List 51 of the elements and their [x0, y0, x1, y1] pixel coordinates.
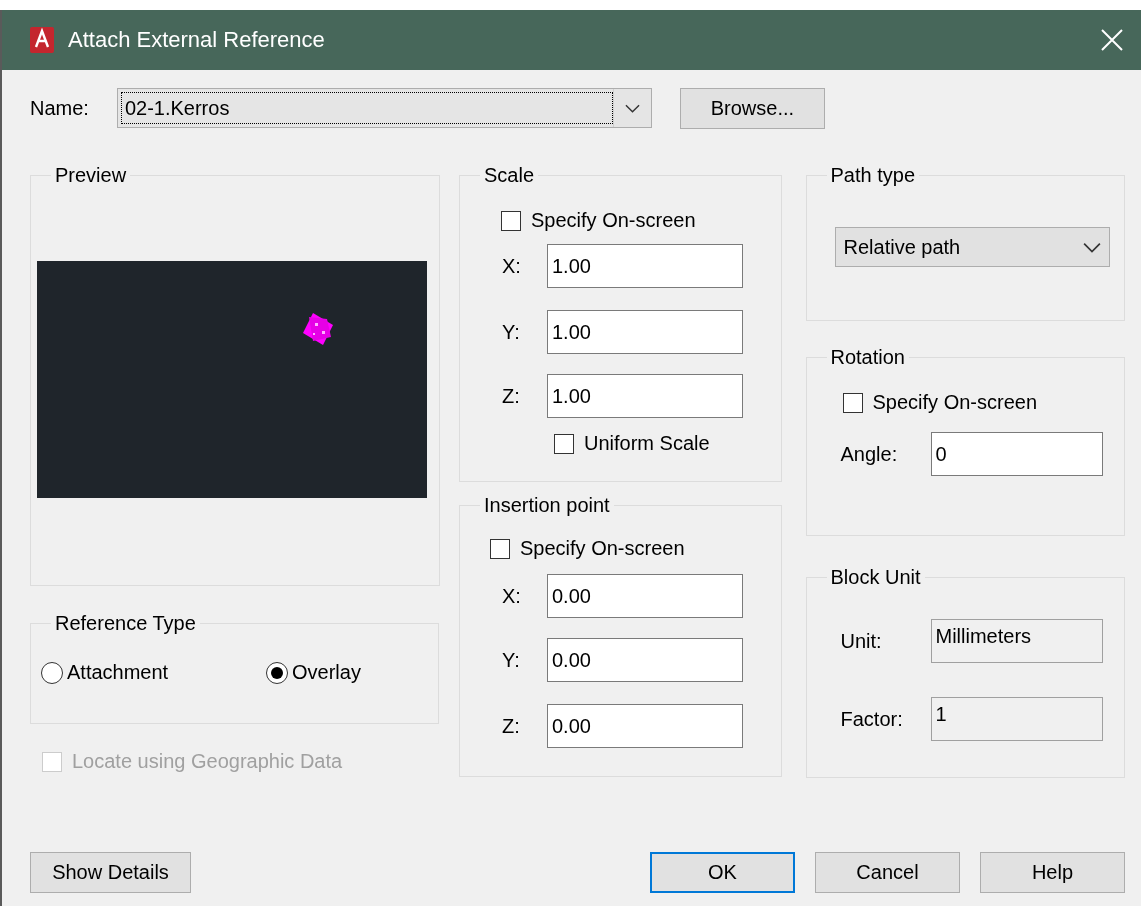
name-dropdown[interactable]: 02-1.Kerros	[116, 88, 652, 128]
checkbox[interactable]	[842, 392, 863, 413]
radio-label: Attachment	[67, 661, 169, 684]
show-details-button[interactable]: Show Details	[30, 852, 191, 893]
field-label: Z:	[502, 384, 521, 408]
radio-button[interactable]	[266, 661, 288, 684]
readonly-field[interactable]: 1	[930, 697, 1103, 741]
input-field[interactable]: 1.00	[547, 244, 743, 288]
group-title: Block Unit	[829, 566, 922, 589]
dialog-button[interactable]: Help	[980, 852, 1125, 893]
app-icon	[30, 27, 54, 53]
checkbox-label: Uniform Scale	[584, 432, 710, 455]
input-field[interactable]: 0	[930, 432, 1103, 476]
input-field[interactable]: 1.00	[547, 310, 743, 354]
checkbox[interactable]	[554, 433, 574, 454]
checkbox-label: Locate using Geographic Data	[72, 750, 343, 773]
dropdown-value: Relative path	[843, 235, 962, 259]
field-label: Y:	[502, 648, 521, 672]
group-title: Preview	[54, 164, 128, 187]
close-icon[interactable]	[1101, 29, 1123, 51]
field-label: Y:	[502, 320, 521, 344]
path-type-dropdown[interactable]: Relative path	[834, 227, 1110, 267]
field-label: X:	[502, 584, 522, 608]
field-label: Unit:	[840, 629, 883, 653]
group-title: Scale	[483, 164, 536, 187]
radio-button[interactable]	[41, 661, 63, 684]
field-label: Angle:	[840, 442, 899, 466]
browse-button[interactable]: Browse...	[679, 87, 825, 129]
window-title: Attach External Reference	[68, 27, 326, 53]
dialog-button[interactable]: OK	[650, 852, 795, 893]
dialog-button[interactable]: Cancel	[815, 852, 960, 893]
input-field[interactable]: 0.00	[547, 638, 743, 682]
input-field[interactable]: 1.00	[547, 374, 743, 418]
checkbox[interactable]	[501, 210, 521, 231]
input-field[interactable]: 0.00	[547, 574, 743, 618]
radio-label: Overlay	[292, 661, 361, 684]
checkbox[interactable]	[490, 538, 510, 559]
name-label: Name:	[30, 96, 89, 120]
checkbox-label: Specify On-screen	[531, 209, 696, 232]
group-title: Rotation	[829, 346, 906, 369]
field-label: X:	[502, 254, 522, 278]
group-title: Insertion point	[483, 494, 611, 517]
group-title: Reference Type	[54, 612, 197, 635]
group-title: Path type	[829, 164, 916, 187]
dropdown-value: 02-1.Kerros	[120, 92, 613, 124]
checkbox-label: Specify On-screen	[520, 537, 685, 560]
field-label: Factor:	[840, 707, 904, 731]
field-label: Z:	[502, 714, 521, 738]
readonly-field[interactable]: Millimeters	[930, 619, 1103, 663]
checkbox-label: Specify On-screen	[872, 391, 1037, 414]
input-field[interactable]: 0.00	[547, 704, 743, 748]
